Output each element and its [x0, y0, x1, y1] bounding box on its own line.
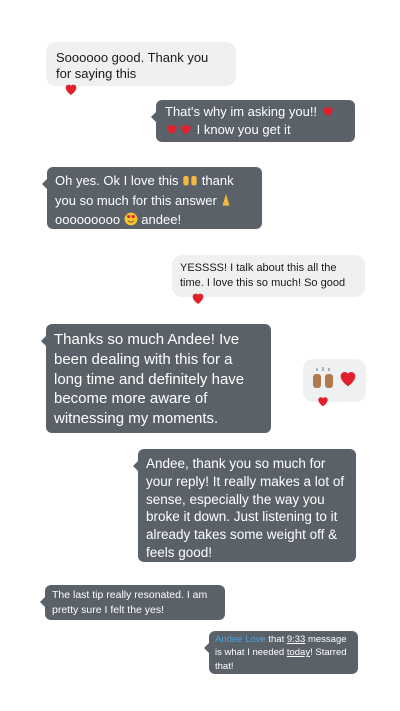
heart-reaction-icon	[316, 394, 332, 410]
message-text-part: that	[265, 634, 287, 645]
message-bubble-1[interactable]: Soooooo good. Thank you for saying this	[46, 42, 236, 86]
mention-link[interactable]: Andee Love	[215, 634, 266, 645]
message-bubble-7[interactable]: The last tip really resonated. I am pret…	[40, 585, 225, 620]
message-text: Andee, thank you so much for your reply!…	[146, 456, 345, 561]
message-text: The last tip really resonated. I am pret…	[52, 589, 208, 616]
heart-reaction-icon	[190, 290, 206, 306]
message-bubble-3[interactable]: Oh yes. Ok I love this thank you so much…	[42, 167, 262, 231]
heart-reaction-icon	[63, 81, 79, 97]
message-text: Thanks so much Andee! Ive been dealing w…	[54, 331, 245, 428]
message-bubble-2[interactable]: That's why im asking you!! I know you ge…	[151, 100, 355, 142]
message-text: YESSSS! I talk about this all the time. …	[180, 262, 346, 289]
message-bubble-5[interactable]: Thanks so much Andee! Ive been dealing w…	[41, 324, 271, 433]
timestamp-link[interactable]: 9:33	[287, 634, 306, 645]
emoji-message-bubble[interactable]	[303, 359, 366, 402]
today-link[interactable]: today	[287, 647, 310, 658]
praise-hands-icon	[311, 366, 335, 396]
message-bubble-8[interactable]: Andee Love that 9:33 message is what I n…	[204, 631, 358, 674]
heart-eyes-face-icon	[124, 212, 138, 231]
message-text-part: ooooooooo	[55, 212, 124, 228]
message-text: Soooooo good. Thank you for saying this	[56, 50, 209, 82]
message-text-part: That's why im asking you!!	[165, 104, 321, 119]
message-bubble-6[interactable]: Andee, thank you so much for your reply!…	[133, 449, 356, 562]
message-text-part: I know you get it	[193, 122, 291, 138]
folded-hands-icon	[220, 193, 232, 212]
heart-icon	[179, 122, 193, 140]
heart-icon	[165, 122, 179, 140]
heart-icon	[337, 367, 359, 395]
message-text-part: Oh yes. Ok I love this	[55, 173, 183, 188]
raised-hands-icon	[182, 173, 198, 192]
heart-icon	[321, 104, 335, 122]
message-text-part: andee!	[137, 212, 182, 228]
